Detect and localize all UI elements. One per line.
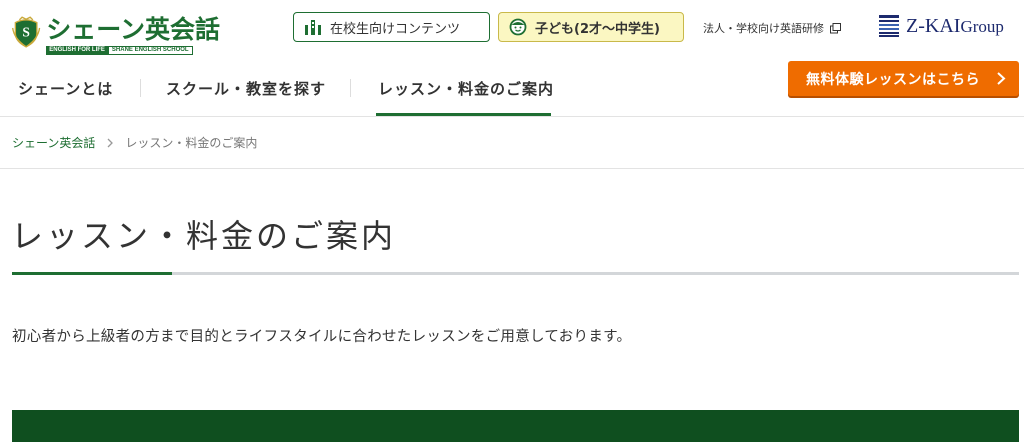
nav-divider xyxy=(140,79,141,97)
breadcrumb-current: レッスン・料金のご案内 xyxy=(125,136,258,150)
intro-text: 初心者から上級者の方まで目的とライフスタイルに合わせたレッスンをご用意しておりま… xyxy=(12,329,632,345)
nav-divider xyxy=(350,79,351,97)
logo-tagline-left: ENGLISH FOR LIFE xyxy=(46,46,108,55)
site-header: S シェーン英会話 ENGLISH FOR LIFE SHANE ENGLISH… xyxy=(0,0,1024,60)
site-logo[interactable]: S シェーン英会話 ENGLISH FOR LIFE SHANE ENGLISH… xyxy=(10,8,220,60)
zkai-wordmark: Z-KAIGroup xyxy=(906,15,1004,38)
external-link-icon xyxy=(830,22,841,33)
zkai-suffix: Group xyxy=(960,16,1004,36)
zkai-main: Z-KAI xyxy=(906,14,961,37)
nav-item-about[interactable]: シェーンとは xyxy=(18,60,113,117)
section-banner xyxy=(12,410,1019,442)
breadcrumb-home-link[interactable]: シェーン英会話 xyxy=(12,134,95,151)
chevron-right-icon xyxy=(107,138,114,147)
shield-emblem-icon: S xyxy=(12,16,41,48)
kids-button[interactable]: 子ども(2才〜中学生) xyxy=(498,12,684,42)
logo-name: シェーン英会話 xyxy=(46,15,220,44)
corporate-training-link[interactable]: 法人・学校向け英語研修 xyxy=(703,20,841,36)
kids-button-label: 子ども(2才〜中学生) xyxy=(535,21,660,37)
students-content-button[interactable]: 在校生向けコンテンツ xyxy=(293,12,490,42)
free-trial-button[interactable]: 無料体験レッスンはこちら xyxy=(788,61,1019,96)
nav-active-indicator xyxy=(376,113,551,116)
logo-tagline: ENGLISH FOR LIFE SHANE ENGLISH SCHOOL xyxy=(46,46,220,55)
zkai-group-logo[interactable]: Z-KAIGroup xyxy=(878,14,1004,38)
free-trial-label: 無料体験レッスンはこちら xyxy=(806,71,980,88)
students-content-label: 在校生向けコンテンツ xyxy=(330,21,461,37)
nav-item-find-school[interactable]: スクール・教室を探す xyxy=(166,60,326,117)
corporate-training-label: 法人・学校向け英語研修 xyxy=(703,22,824,35)
nav-item-lessons-pricing[interactable]: レッスン・料金のご案内 xyxy=(378,60,554,117)
svg-text:S: S xyxy=(22,25,29,40)
breadcrumb: シェーン英会話 レッスン・料金のご案内 xyxy=(12,134,257,151)
chevron-right-icon xyxy=(997,72,1006,85)
title-underline-accent xyxy=(12,272,172,275)
building-icon xyxy=(305,20,321,35)
breadcrumb-divider xyxy=(0,168,1024,169)
zkai-mark-icon xyxy=(878,14,900,38)
logo-wordmark: シェーン英会話 ENGLISH FOR LIFE SHANE ENGLISH S… xyxy=(46,16,220,55)
child-face-icon xyxy=(509,18,527,36)
page-title: レッスン・料金のご案内 xyxy=(11,217,397,255)
logo-tagline-right: SHANE ENGLISH SCHOOL xyxy=(107,46,193,55)
